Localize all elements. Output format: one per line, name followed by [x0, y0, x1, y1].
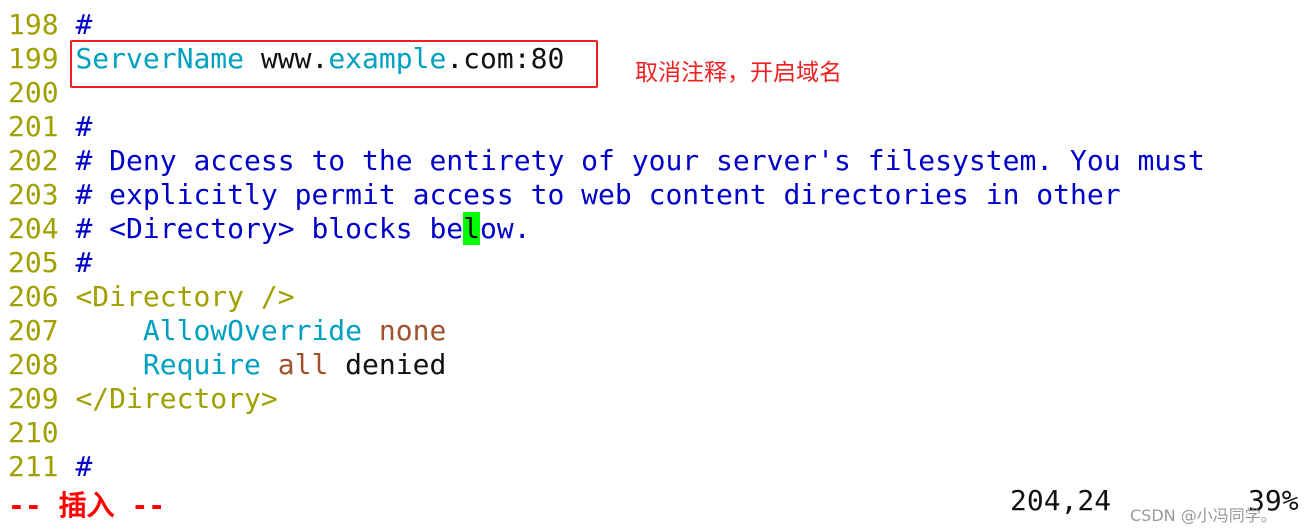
line-number: 206: [8, 280, 59, 313]
line-number: 202: [8, 144, 59, 177]
code-token: AllowOverride: [75, 314, 363, 347]
code-token: #: [75, 246, 93, 279]
code-token: #: [75, 450, 93, 483]
line-number: 199: [8, 42, 59, 75]
line-number: 211: [8, 450, 59, 483]
line-number: 210: [8, 416, 59, 449]
code-token: Require: [75, 348, 261, 381]
line-number: 207: [8, 314, 59, 347]
code-token: none: [362, 314, 447, 347]
code-line: 208 Require all denied: [8, 348, 1205, 382]
code-line: 210: [8, 416, 1205, 450]
code-token: all: [260, 348, 329, 381]
code-token: <Directory />: [75, 280, 295, 313]
mode-indicator: -- 插入 --: [8, 489, 166, 522]
code-token: # <Directory> blocks be: [75, 212, 464, 245]
code-line: 204 # <Directory> blocks below.: [8, 212, 1205, 246]
code-line: 205 #: [8, 246, 1205, 280]
line-number: 204: [8, 212, 59, 245]
code-line: 201 #: [8, 110, 1205, 144]
code-token: # Deny access to the entirety of your se…: [75, 144, 1205, 177]
line-number: 201: [8, 110, 59, 143]
line-number: 209: [8, 382, 59, 415]
code-line: 206 <Directory />: [8, 280, 1205, 314]
code-line: 202 # Deny access to the entirety of you…: [8, 144, 1205, 178]
code-token: #: [75, 8, 93, 41]
code-token: denied: [328, 348, 447, 381]
cursor-position: 204,24: [1010, 484, 1112, 517]
code-token: # explicitly permit access to web conten…: [75, 178, 1121, 211]
text-cursor: l: [463, 212, 481, 245]
watermark: CSDN @小冯同学。: [1130, 506, 1277, 525]
code-line: 209 </Directory>: [8, 382, 1205, 416]
line-number: 205: [8, 246, 59, 279]
line-number: 203: [8, 178, 59, 211]
code-line: 207 AllowOverride none: [8, 314, 1205, 348]
line-number: 200: [8, 76, 59, 109]
code-line: 203 # explicitly permit access to web co…: [8, 178, 1205, 212]
code-token: #: [75, 110, 93, 143]
line-number: 198: [8, 8, 59, 41]
code-token: </Directory>: [75, 382, 278, 415]
code-line: 198 #: [8, 8, 1205, 42]
line-number: 208: [8, 348, 59, 381]
code-line: 211 #: [8, 450, 1205, 484]
annotation-note: 取消注释，开启域名: [635, 60, 842, 86]
highlight-box: [70, 40, 598, 88]
code-token: ow.: [480, 212, 531, 245]
